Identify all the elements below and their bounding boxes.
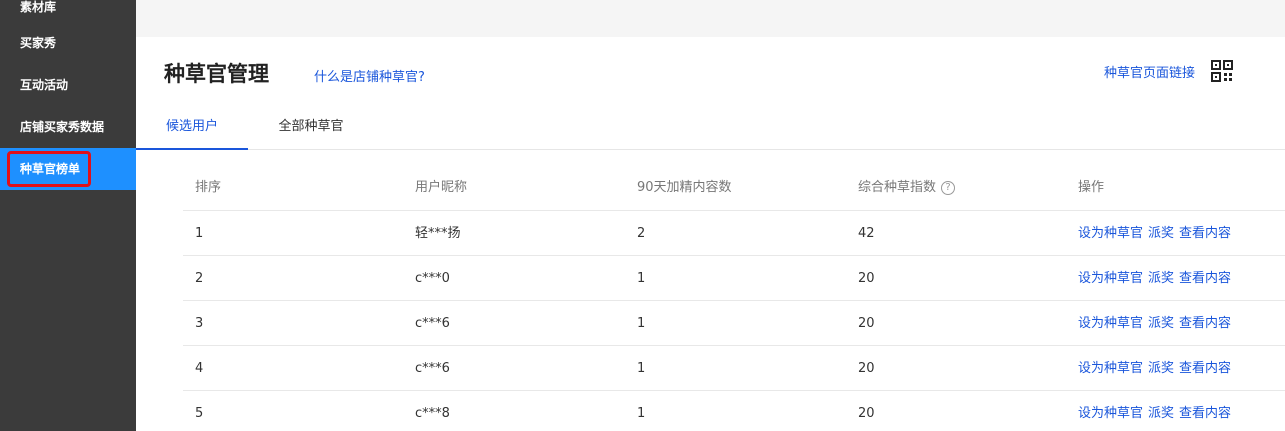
- sidebar-item-label: 种草官榜单: [20, 162, 81, 176]
- view-content-button[interactable]: 查看内容: [1179, 316, 1231, 331]
- award-button[interactable]: 派奖: [1148, 271, 1174, 286]
- sidebar-item-seeding-ranking[interactable]: 种草官榜单: [0, 148, 136, 190]
- cell-score: 42: [858, 226, 875, 241]
- sidebar-item-label: 互动活动: [20, 78, 69, 92]
- award-button[interactable]: 派奖: [1148, 226, 1174, 241]
- set-as-seeder-button[interactable]: 设为种草官: [1078, 316, 1143, 331]
- help-link[interactable]: 什么是店铺种草官?: [314, 66, 425, 85]
- help-question-icon[interactable]: ?: [941, 180, 956, 195]
- cell-score: 20: [858, 271, 875, 286]
- page-title: 种草官管理: [164, 62, 269, 86]
- sidebar-item-label: 素材库: [20, 0, 57, 14]
- cell-score: 20: [858, 316, 875, 331]
- set-as-seeder-button[interactable]: 设为种草官: [1078, 271, 1143, 286]
- cell-rank: 2: [195, 271, 204, 286]
- award-button[interactable]: 派奖: [1148, 406, 1174, 421]
- tab-all-seeders[interactable]: 全部种草官: [248, 103, 374, 150]
- cell-actions: 设为种草官 派奖 查看内容: [1078, 256, 1236, 301]
- cell-featured-count: 1: [637, 316, 646, 331]
- column-header-actions: 操作: [1078, 180, 1105, 195]
- sidebar-item-store-buyer-show-data[interactable]: 店铺买家秀数据: [0, 106, 136, 148]
- column-header-nickname: 用户昵称: [415, 180, 468, 195]
- sidebar-item-material-library[interactable]: 素材库: [0, 0, 136, 22]
- cell-actions: 设为种草官 派奖 查看内容: [1078, 301, 1236, 346]
- cell-actions: 设为种草官 派奖 查看内容: [1078, 391, 1236, 431]
- view-content-button[interactable]: 查看内容: [1179, 271, 1231, 286]
- column-header-score: 综合种草指数?: [858, 164, 956, 211]
- cell-actions: 设为种草官 派奖 查看内容: [1078, 211, 1236, 256]
- cell-score: 20: [858, 406, 875, 421]
- view-content-button[interactable]: 查看内容: [1179, 226, 1231, 241]
- table-row: 5 c***8 1 20 设为种草官 派奖 查看内容: [183, 391, 1285, 431]
- award-button[interactable]: 派奖: [1148, 316, 1174, 331]
- sidebar: 素材库 买家秀 互动活动 店铺买家秀数据 种草官榜单: [0, 0, 136, 431]
- cell-rank: 5: [195, 406, 204, 421]
- main-panel: 种草官管理 什么是店铺种草官? 种草官页面链接 候选用户 全部种草官 排序 用户…: [136, 37, 1285, 431]
- cell-nickname: c***0: [415, 271, 450, 286]
- page-link[interactable]: 种草官页面链接: [1104, 62, 1195, 81]
- cell-nickname: c***8: [415, 406, 450, 421]
- cell-rank: 1: [195, 226, 204, 241]
- cell-featured-count: 1: [637, 406, 646, 421]
- table-row: 4 c***6 1 20 设为种草官 派奖 查看内容: [183, 346, 1285, 391]
- cell-score: 20: [858, 361, 875, 376]
- set-as-seeder-button[interactable]: 设为种草官: [1078, 361, 1143, 376]
- cell-featured-count: 1: [637, 271, 646, 286]
- cell-actions: 设为种草官 派奖 查看内容: [1078, 346, 1236, 391]
- sidebar-item-buyer-show[interactable]: 买家秀: [0, 22, 136, 64]
- sidebar-item-interactive-activity[interactable]: 互动活动: [0, 64, 136, 106]
- table-row: 2 c***0 1 20 设为种草官 派奖 查看内容: [183, 256, 1285, 301]
- cell-featured-count: 1: [637, 361, 646, 376]
- column-header-score-label: 综合种草指数: [858, 180, 937, 195]
- tab-bar: 候选用户 全部种草官: [136, 103, 1285, 150]
- cell-nickname: c***6: [415, 361, 450, 376]
- award-button[interactable]: 派奖: [1148, 361, 1174, 376]
- set-as-seeder-button[interactable]: 设为种草官: [1078, 406, 1143, 421]
- candidate-table: 排序 用户昵称 90天加精内容数 综合种草指数? 操作 1 轻***扬 2 42 设为种…: [183, 164, 1285, 431]
- sidebar-item-label: 买家秀: [20, 36, 57, 50]
- view-content-button[interactable]: 查看内容: [1179, 361, 1231, 376]
- column-header-rank: 排序: [195, 180, 222, 195]
- view-content-button[interactable]: 查看内容: [1179, 406, 1231, 421]
- tab-candidate-users[interactable]: 候选用户: [136, 103, 248, 150]
- table-header-row: 排序 用户昵称 90天加精内容数 综合种草指数? 操作: [183, 164, 1285, 211]
- table-row: 3 c***6 1 20 设为种草官 派奖 查看内容: [183, 301, 1285, 346]
- cell-featured-count: 2: [637, 226, 646, 241]
- table-row: 1 轻***扬 2 42 设为种草官 派奖 查看内容: [183, 211, 1285, 256]
- cell-nickname: c***6: [415, 316, 450, 331]
- cell-rank: 3: [195, 316, 204, 331]
- set-as-seeder-button[interactable]: 设为种草官: [1078, 226, 1143, 241]
- column-header-featured-count: 90天加精内容数: [637, 180, 732, 195]
- cell-rank: 4: [195, 361, 204, 376]
- qr-code-icon[interactable]: [1211, 60, 1233, 82]
- cell-nickname: 轻***扬: [415, 226, 461, 241]
- sidebar-item-label: 店铺买家秀数据: [20, 120, 105, 134]
